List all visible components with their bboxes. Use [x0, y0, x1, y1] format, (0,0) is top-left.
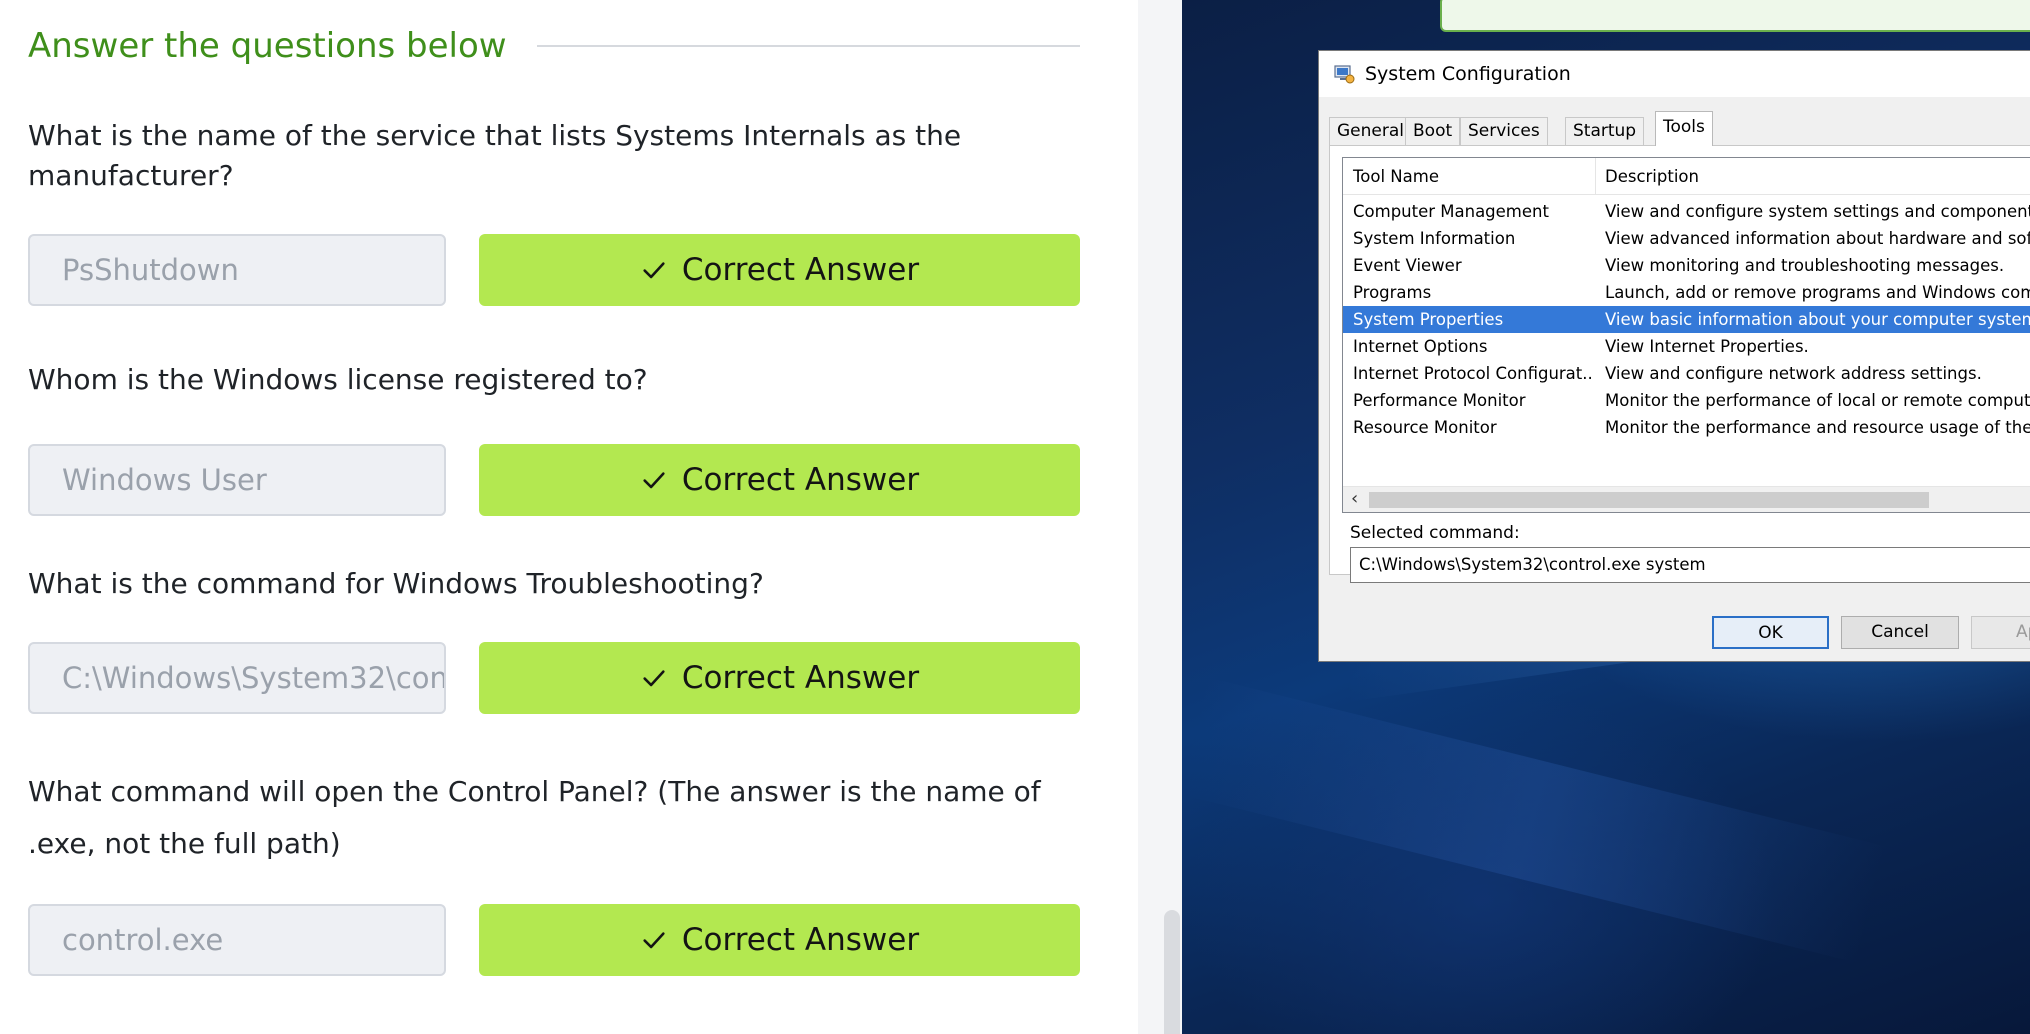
section-divider [536, 45, 1080, 47]
system-configuration-icon [1334, 65, 1355, 84]
system-configuration-dialog: System Configuration General Boot Servic… [1318, 50, 2030, 662]
tool-name: Internet Options [1353, 337, 1488, 356]
tool-name: Event Viewer [1353, 256, 1462, 275]
tool-row[interactable]: Internet Protocol Configurat... View and… [1343, 360, 2030, 387]
tool-description: Monitor the performance and resource usa… [1605, 418, 2030, 437]
tool-row[interactable]: Resource Monitor Monitor the performance… [1343, 414, 2030, 441]
tool-name: Resource Monitor [1353, 418, 1497, 437]
tool-row[interactable]: Internet Options View Internet Propertie… [1343, 333, 2030, 360]
cancel-button[interactable]: Cancel [1841, 616, 1959, 649]
chevron-left-icon[interactable]: ‹ [1351, 488, 1358, 509]
correct-answer-button-1[interactable]: Correct Answer [479, 234, 1080, 306]
tool-description: View and configure network address setti… [1605, 364, 1982, 383]
tool-description: Launch, add or remove programs and Windo… [1605, 283, 2030, 302]
tool-row[interactable]: Performance Monitor Monitor the performa… [1343, 387, 2030, 414]
answer-input-1[interactable]: PsShutdown [28, 234, 446, 306]
column-separator[interactable] [1595, 158, 1596, 194]
notification-banner [1440, 0, 2030, 32]
check-icon [643, 262, 665, 279]
tab-boot[interactable]: Boot [1405, 117, 1461, 145]
tab-tools[interactable]: Tools [1655, 111, 1713, 146]
tool-name: Computer Management [1353, 202, 1549, 221]
questions-panel: Answer the questions below What is the n… [0, 0, 1138, 1034]
tool-name: Programs [1353, 283, 1432, 302]
horizontal-scrollbar-thumb[interactable] [1369, 492, 1929, 508]
answer-row-1: PsShutdown Correct Answer [28, 234, 1080, 306]
section-header: Answer the questions below [28, 18, 1080, 74]
section-title: Answer the questions below [28, 26, 507, 66]
correct-answer-label-1: Correct Answer [681, 252, 920, 288]
tool-row[interactable]: System Information View advanced informa… [1343, 225, 2030, 252]
apply-button[interactable]: App [1971, 616, 2030, 649]
tools-list-header: Tool Name Description [1343, 158, 2030, 195]
check-icon [643, 472, 665, 489]
tool-row-selected[interactable]: System Properties View basic information… [1343, 306, 2030, 333]
tool-name: System Properties [1353, 310, 1504, 329]
ok-button[interactable]: OK [1712, 616, 1829, 649]
tool-name: Internet Protocol Configurat... [1353, 364, 1593, 383]
panel-gutter [1138, 0, 1182, 1034]
check-icon [643, 670, 665, 687]
question-1-text: What is the name of the service that lis… [28, 119, 962, 192]
selected-command-field[interactable]: C:\Windows\System32\control.exe system [1350, 547, 2030, 583]
check-icon [643, 932, 665, 949]
tool-description: View and configure system settings and c… [1605, 202, 2030, 221]
answer-input-3[interactable]: C:\Windows\System32\con [28, 642, 446, 714]
answer-input-4[interactable]: control.exe [28, 904, 446, 976]
wallpaper-light-beam [1182, 677, 1887, 963]
correct-answer-label-4: Correct Answer [681, 922, 920, 958]
selected-command-label: Selected command: [1350, 523, 1520, 543]
tool-description: View monitoring and troubleshooting mess… [1605, 256, 2005, 275]
tool-description: View advanced information about hardware… [1605, 229, 2030, 248]
tool-name: Performance Monitor [1353, 391, 1526, 410]
tool-description: View basic information about your comput… [1605, 310, 2030, 329]
tool-description: Monitor the performance of local or remo… [1605, 391, 2030, 410]
question-2-text: Whom is the Windows license registered t… [28, 363, 648, 396]
dialog-title: System Configuration [1365, 63, 1571, 85]
tools-list[interactable]: Tool Name Description Computer Managemen… [1342, 157, 2030, 513]
correct-answer-button-2[interactable]: Correct Answer [479, 444, 1080, 516]
tool-description: View Internet Properties. [1605, 337, 1809, 356]
dialog-titlebar[interactable]: System Configuration [1319, 51, 2030, 97]
tab-general[interactable]: General [1329, 117, 1412, 145]
horizontal-scrollbar[interactable]: ‹ [1343, 486, 2030, 512]
correct-answer-button-4[interactable]: Correct Answer [479, 904, 1080, 976]
tool-name: System Information [1353, 229, 1516, 248]
tab-strip: General Boot Services Startup Tools [1329, 111, 2029, 146]
tool-row[interactable]: Computer Management View and configure s… [1343, 198, 2030, 225]
tab-services[interactable]: Services [1460, 117, 1548, 145]
question-4-text: What command will open the Control Panel… [28, 775, 1041, 860]
question-3-text: What is the command for Windows Troubles… [28, 567, 764, 600]
tool-row[interactable]: Event Viewer View monitoring and trouble… [1343, 252, 2030, 279]
answer-row-4: control.exe Correct Answer [28, 904, 1080, 976]
column-header-description[interactable]: Description [1605, 167, 1699, 186]
correct-answer-label-2: Correct Answer [681, 462, 920, 498]
correct-answer-button-3[interactable]: Correct Answer [479, 642, 1080, 714]
page-scrollbar-thumb[interactable] [1164, 910, 1180, 1034]
correct-answer-label-3: Correct Answer [681, 660, 920, 696]
answer-input-2[interactable]: Windows User [28, 444, 446, 516]
tab-startup[interactable]: Startup [1565, 117, 1645, 145]
answer-row-2: Windows User Correct Answer [28, 444, 1080, 516]
column-header-tool-name[interactable]: Tool Name [1353, 167, 1439, 186]
tool-row[interactable]: Programs Launch, add or remove programs … [1343, 279, 2030, 306]
answer-row-3: C:\Windows\System32\con Correct Answer [28, 642, 1080, 714]
